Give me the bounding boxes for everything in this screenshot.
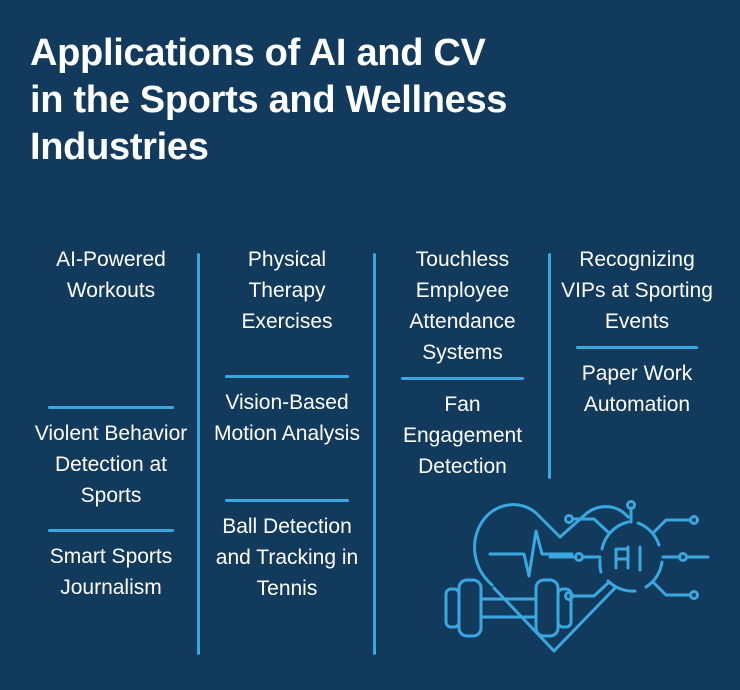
application-column-1: AI-Powered Workouts Violent Behavior Det… [22,232,200,603]
page-title-line-3: Industries [30,126,209,168]
application-label: Physical Therapy Exercises [241,248,333,333]
application-item: AI-Powered Workouts [22,232,200,306]
application-label: Recognizing VIPs at Sporting Events [561,248,713,333]
heart-outline-shape [473,503,630,653]
application-item: Fan Engagement Detection [375,377,550,482]
item-divider [225,499,349,502]
page-title: Applications of AI and CV in the Sports … [30,30,630,171]
application-column-3: Touchless Employee Attendance Systems Fa… [375,232,550,482]
dumbbell-icon [444,578,573,638]
application-item: Ball Detection and Tracking in Tennis [199,499,375,604]
application-column-4: Recognizing VIPs at Sporting Events Pape… [550,232,724,420]
application-item: Recognizing VIPs at Sporting Events [550,232,724,337]
item-divider [576,346,698,349]
application-item: Physical Therapy Exercises [199,232,375,337]
application-item: Touchless Employee Attendance Systems [375,232,550,368]
application-label: Fan Engagement Detection [402,393,523,478]
application-label: Paper Work Automation [581,362,693,416]
item-divider [225,375,349,378]
application-item: Paper Work Automation [550,346,724,420]
ai-badge-text [614,545,642,572]
application-label: Touchless Employee Attendance Systems [409,248,516,364]
application-label: Violent Behavior Detection at Sports [34,422,188,507]
application-label: Ball Detection and Tracking in Tennis [215,515,359,600]
application-item: Smart Sports Journalism [22,529,200,603]
application-item: Vision-Based Motion Analysis [199,375,375,449]
item-divider [48,529,174,532]
infographic-root: Applications of AI and CV in the Sports … [0,0,740,690]
page-title-line-2: in the Sports and Wellness [30,79,508,121]
application-item: Violent Behavior Detection at Sports [22,406,200,511]
application-label: Smart Sports Journalism [49,545,173,599]
page-title-line-1: Applications of AI and CV [30,32,486,74]
item-divider [48,406,174,409]
item-divider [401,377,524,380]
application-label: AI-Powered Workouts [56,248,166,302]
application-column-2: Physical Therapy Exercises Vision-Based … [199,232,375,604]
heart-ecg-dumbbell-ai-circuit-illustration [432,492,712,672]
application-label: Vision-Based Motion Analysis [214,391,360,445]
